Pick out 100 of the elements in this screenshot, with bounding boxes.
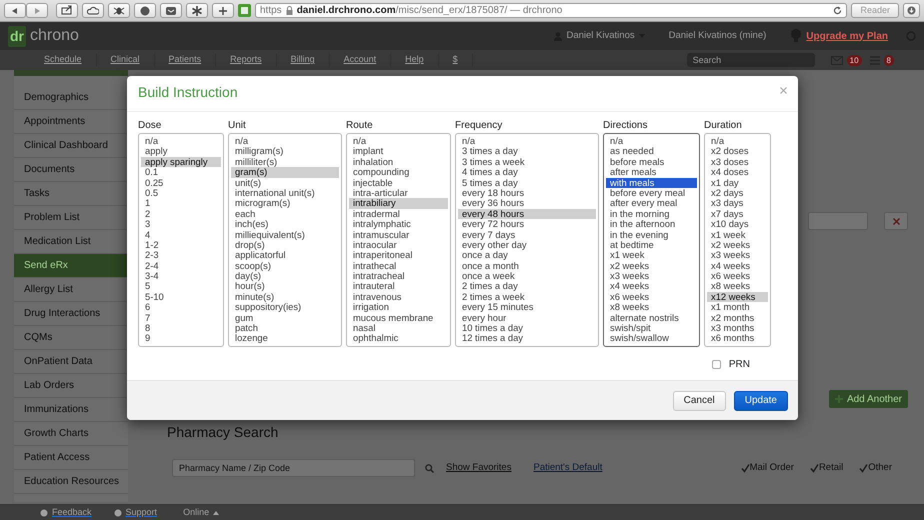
asterisk-button[interactable] (186, 3, 208, 18)
list-option[interactable]: every hour (458, 312, 596, 324)
list-option[interactable]: 2-3 (141, 250, 221, 261)
delete-button[interactable] (884, 212, 908, 230)
list-option[interactable]: x4 weeks (606, 281, 697, 292)
list-option[interactable]: n/a (349, 136, 448, 146)
list-option[interactable]: at bedtime (606, 240, 697, 250)
list-option[interactable]: 4 (141, 230, 221, 240)
list-option[interactable]: x2 days (707, 188, 768, 198)
list-option[interactable]: 1 (141, 198, 221, 209)
list-option[interactable]: every 7 days (458, 230, 596, 240)
list-option[interactable]: x1 day (707, 178, 768, 188)
list-option[interactable]: irrigation (349, 302, 448, 313)
downloads-button[interactable] (903, 3, 920, 18)
list-option[interactable]: 0.25 (141, 178, 221, 188)
list-option[interactable]: apply (141, 146, 221, 157)
list-option[interactable]: x4 weeks (707, 260, 768, 272)
list-option[interactable]: every other day (458, 240, 596, 250)
list-option[interactable]: x12 weeks (707, 292, 768, 302)
list-option[interactable]: intraperitoneal (349, 250, 448, 261)
list-option[interactable]: 7 (141, 312, 221, 324)
list-option[interactable]: n/a (458, 136, 596, 146)
text-field[interactable] (808, 212, 868, 230)
nav-item[interactable]: Help (391, 53, 439, 67)
list-option[interactable]: x8 weeks (707, 281, 768, 292)
list-option[interactable]: 2 times a week (458, 292, 596, 302)
back-button[interactable] (4, 3, 26, 18)
list-option[interactable]: inch(es) (231, 219, 339, 230)
list-option[interactable]: 0.5 (141, 188, 221, 198)
list-option[interactable]: in the afternoon (606, 219, 697, 230)
list-option[interactable]: 3-4 (141, 271, 221, 282)
list-option[interactable]: x6 months (707, 333, 768, 344)
list-option[interactable]: 12 times a day (458, 333, 596, 344)
list-option[interactable]: n/a (707, 136, 768, 146)
list-option[interactable]: x1 month (707, 302, 768, 313)
list-option[interactable]: nasal (349, 323, 448, 334)
update-button[interactable]: Update (734, 390, 788, 410)
list-option[interactable]: mucous membrane (349, 312, 448, 324)
options-listbox[interactable] (455, 133, 599, 347)
nav-item[interactable]: Patients (154, 53, 216, 67)
list-option[interactable]: x1 week (606, 250, 697, 261)
list-option[interactable]: lozenge (231, 333, 339, 344)
options-listbox[interactable] (346, 133, 451, 347)
circle-button[interactable] (134, 3, 156, 18)
list-option[interactable]: inhalation (349, 156, 448, 168)
sidebar-item[interactable]: Send eRx (14, 254, 128, 278)
list-option[interactable]: suppository(ies) (231, 302, 339, 313)
share-button[interactable] (56, 3, 78, 18)
list-option[interactable]: ophthalmic (349, 333, 448, 344)
list-option[interactable]: alternate nostrils (606, 312, 697, 324)
list-option[interactable]: patch (231, 323, 339, 334)
options-listbox[interactable]: n/a apply apply sparingly 0.1 0.25 0.5 1 2 3 4 1-2 2-3 2-4 3-4 5 5-10 6 7 8 9 (138, 133, 224, 347)
list-option[interactable]: intrathecal (349, 260, 448, 272)
list-option[interactable]: x3 doses (707, 156, 768, 168)
list-option[interactable]: 3 (141, 219, 221, 230)
account-name[interactable]: Daniel Kivatinos (mine) (668, 28, 766, 44)
list-option[interactable]: swish/swallow (606, 333, 697, 344)
list-option[interactable]: once a week (458, 271, 596, 282)
list-option[interactable]: hour(s) (231, 281, 339, 292)
list-option[interactable]: x8 weeks (606, 302, 697, 313)
list-option[interactable]: intratracheal (349, 271, 448, 282)
list-option[interactable]: intralymphatic (349, 219, 448, 230)
list-option[interactable]: intra-articular (349, 188, 448, 198)
list-option[interactable]: intraocular (349, 240, 448, 250)
list-option[interactable]: 8 (141, 323, 221, 334)
list-option[interactable]: x3 weeks (707, 250, 768, 261)
list-option[interactable]: 9 (141, 333, 221, 344)
list-option[interactable]: applicatorful (231, 250, 339, 261)
list-option[interactable]: every 18 hours (458, 188, 596, 198)
nav-item[interactable]: Clinical (96, 53, 155, 67)
list-option[interactable]: x4 doses (707, 167, 768, 178)
checkbox-tick-icon[interactable] (859, 464, 868, 472)
user-menu[interactable]: Daniel Kivatinos (554, 28, 645, 44)
list-option[interactable]: 3 times a week (458, 156, 596, 168)
list-option[interactable]: injectable (349, 178, 448, 188)
list-option[interactable]: 5-10 (141, 292, 221, 302)
list-option[interactable]: n/a (141, 136, 221, 146)
list-option[interactable]: microgram(s) (231, 198, 339, 209)
list-option[interactable]: drop(s) (231, 240, 339, 250)
list-option[interactable]: every 36 hours (458, 198, 596, 209)
list-option[interactable]: intradermal (349, 208, 448, 220)
checkbox-tick-icon[interactable] (740, 464, 750, 472)
nav-item[interactable]: Reports (216, 53, 277, 67)
list-option[interactable]: x2 doses (707, 146, 768, 157)
list-option[interactable]: 2 times a day (458, 281, 596, 292)
list-option[interactable]: intramuscular (349, 230, 448, 240)
list-option[interactable]: intrabiliary (349, 198, 448, 209)
list-option[interactable]: after meals (606, 167, 697, 178)
upgrade-link[interactable]: Upgrade my Plan (806, 28, 888, 44)
online-status[interactable]: Online (183, 506, 210, 520)
list-option[interactable]: every 15 minutes (458, 302, 596, 313)
list-option[interactable]: 2-4 (141, 260, 221, 272)
list-option[interactable]: milliequivalent(s) (231, 230, 339, 240)
list-option[interactable]: apply sparingly (141, 156, 221, 168)
list-option[interactable]: x2 weeks (606, 260, 697, 272)
list-option[interactable]: 2 (141, 208, 221, 220)
list-option[interactable]: every 72 hours (458, 219, 596, 230)
list-option[interactable]: x3 months (707, 323, 768, 334)
search-field[interactable]: Search (686, 53, 815, 67)
footer-link[interactable]: Support (126, 506, 158, 520)
